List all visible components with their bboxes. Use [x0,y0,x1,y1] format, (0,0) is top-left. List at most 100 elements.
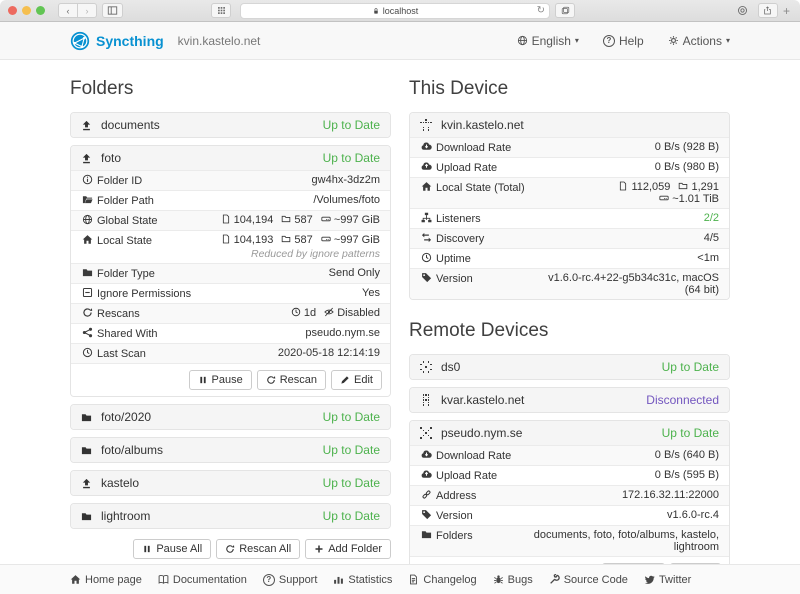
ignore-patterns-note: Reduced by ignore patterns [212,248,380,260]
folder-header-foto-albums[interactable]: foto/albums Up to Date [71,438,390,462]
device-row-ds0: ds0 Up to Date [409,354,730,380]
privacy-report-button[interactable] [732,3,753,18]
sitemap-icon [421,212,432,223]
this-device-title: This Device [409,78,730,100]
folder-detail-table: Folder ID gw4hx-3dz2m Folder Path /Volum… [71,170,390,363]
device-name-label: kvin.kastelo.net [178,34,493,48]
table-row: Upload Rate 0 B/s (595 B) [410,466,729,486]
hdd-icon [321,234,331,244]
refresh-icon [82,307,93,318]
remote-devices-title: Remote Devices [409,320,730,342]
share-button[interactable] [758,3,778,18]
minimize-window-button[interactable] [22,6,31,15]
brand-name: Syncthing [96,33,164,49]
actions-menu[interactable]: Actions ▾ [668,34,730,48]
table-row: Ignore Permissions Yes [71,284,390,304]
reload-icon[interactable]: ↻ [537,5,545,16]
wrench-icon [549,574,560,585]
table-row: Download Rate 0 B/s (928 B) [410,138,729,158]
folder-icon [82,267,93,278]
folder-icon [81,412,92,423]
folder-header-foto-2020[interactable]: foto/2020 Up to Date [71,405,390,429]
info-circle-icon [82,174,93,185]
syncthing-brand[interactable]: Syncthing [70,31,164,51]
devices-column: This Device kvin.kastelo.net Download Ra… [409,76,730,564]
device-identicon [420,427,432,439]
rescan-button[interactable]: Rescan [257,370,326,390]
table-row: Download Rate 0 B/s (640 B) [410,446,729,466]
pause-icon [142,544,152,554]
footer-link-changelog[interactable]: Changelog [408,574,476,586]
pause-icon [198,375,208,385]
file-icon [221,234,231,244]
device-header-kvar[interactable]: kvar.kastelo.net Disconnected [410,388,729,412]
table-row: Folder Path /Volumes/foto [71,191,390,211]
home-icon [70,574,81,585]
cloud-upload-icon [421,161,432,172]
app-navbar: Syncthing kvin.kastelo.net English ▾ ? H… [0,22,800,60]
footer-link-bugs[interactable]: Bugs [493,574,533,586]
this-device-header[interactable]: kvin.kastelo.net [410,113,729,137]
hdd-icon [321,214,331,224]
zoom-window-button[interactable] [36,6,45,15]
footer-link-support[interactable]: ?Support [263,574,318,586]
device-identicon [420,394,432,406]
chevron-down-icon: ▾ [575,36,579,45]
folder-header-kastelo[interactable]: kastelo Up to Date [71,471,390,495]
help-menu[interactable]: ? Help [603,34,644,48]
tag-icon [421,509,432,520]
status-badge: Up to Date [662,426,719,440]
duplicate-tab-button[interactable] [555,3,575,18]
pause-button[interactable]: Pause [189,370,252,390]
add-folder-button[interactable]: Add Folder [305,539,391,559]
tab-overview-button[interactable] [211,3,231,18]
folder-icon [81,445,92,456]
forward-button[interactable]: › [77,3,97,18]
table-row: Global State 104,194 587 ~997 GiB [71,211,390,231]
footer-link-home[interactable]: Home page [70,574,142,586]
question-circle-icon: ? [603,35,615,47]
minus-square-icon [82,287,93,298]
rescan-all-button[interactable]: Rescan All [216,539,300,559]
folder-header-documents[interactable]: documents Up to Date [71,113,390,137]
exchange-icon [421,232,432,243]
edit-button[interactable]: Edit [331,370,382,390]
directory-icon [678,181,688,191]
clock-icon [421,252,432,263]
question-circle-icon: ? [263,574,275,586]
refresh-icon [266,375,276,385]
back-button[interactable]: ‹ [58,3,78,18]
table-row: Folders documents, foto, foto/albums, ka… [410,526,729,557]
footer-link-statistics[interactable]: Statistics [333,574,392,586]
status-badge: Up to Date [323,410,380,424]
bug-icon [493,574,504,585]
table-row: Folder ID gw4hx-3dz2m [71,171,390,191]
footer-link-twitter[interactable]: Twitter [644,574,691,586]
language-menu[interactable]: English ▾ [517,34,579,48]
device-header-pseudo[interactable]: pseudo.nym.se Up to Date [410,421,729,445]
sidebar-toggle-button[interactable] [102,3,123,18]
folder-header-lightroom[interactable]: lightroom Up to Date [71,504,390,528]
status-badge: Up to Date [323,443,380,457]
folder-header-foto[interactable]: foto Up to Date [71,146,390,170]
new-tab-button[interactable]: + [783,4,792,18]
folder-row-kastelo: kastelo Up to Date [70,470,391,496]
home-icon [82,234,93,245]
gear-icon [668,35,679,46]
folders-column: Folders documents Up to Date foto Up to … [70,76,391,564]
footer-link-source-code[interactable]: Source Code [549,574,628,586]
address-bar[interactable]: localhost ↻ [240,3,550,19]
pause-all-folders-button[interactable]: Pause All [133,539,211,559]
file-icon [618,181,628,191]
table-row: Discovery 4/5 [410,229,729,249]
browser-chrome: ‹ › localhost ↻ + [0,0,800,22]
table-row: Local State (Total) 112,059 1,291 ~1.01 … [410,178,729,209]
device-header-ds0[interactable]: ds0 Up to Date [410,355,729,379]
device-identicon [420,361,432,373]
footer-link-documentation[interactable]: Documentation [158,574,247,586]
globe-icon [82,214,93,225]
table-row: Address 172.16.32.11:22000 [410,486,729,506]
close-window-button[interactable] [8,6,17,15]
lock-icon [372,7,380,15]
status-badge: Up to Date [323,476,380,490]
